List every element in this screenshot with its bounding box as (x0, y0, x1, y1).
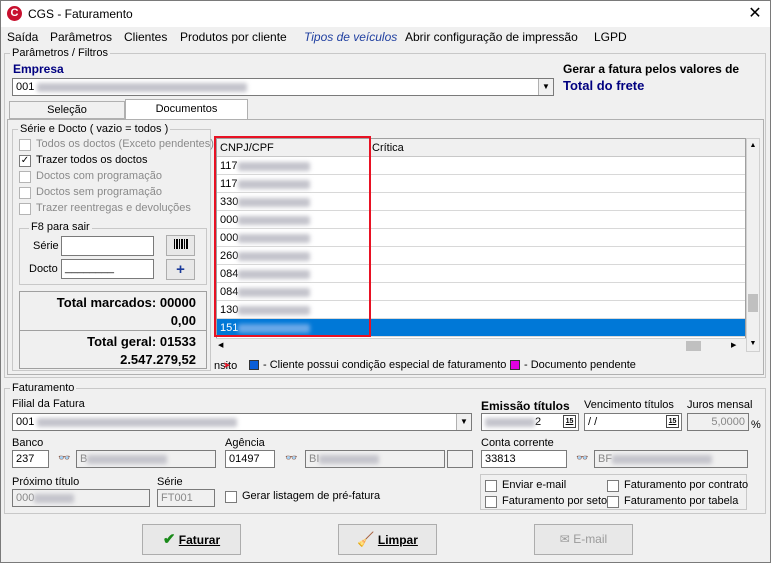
binoculars-icon[interactable]: 👓 (285, 453, 297, 464)
add-button[interactable]: + (166, 259, 195, 280)
legend-swatch-blue (249, 360, 259, 370)
title-bar: C CGS - Faturamento ✕ (1, 1, 770, 27)
app-logo-icon: C (7, 6, 22, 21)
legend-swatch-magenta (510, 360, 520, 370)
agencia-digit-field (447, 450, 473, 468)
checkbox-fat-tabela[interactable]: Faturamento por tabela (607, 495, 738, 509)
banco-code-input[interactable]: 237 (12, 450, 49, 468)
calendar-icon[interactable]: 15 (563, 415, 576, 428)
checkbox-com-programacao[interactable]: Doctos com programação (19, 170, 162, 184)
highlight-box (214, 136, 371, 337)
fat-serie-field: FT001 (157, 489, 215, 507)
vencimento-input[interactable]: / / 15 (584, 413, 682, 431)
emissao-input[interactable]: 2 15 (481, 413, 579, 431)
column-critica[interactable]: Crítica (372, 142, 404, 154)
chevron-up-icon[interactable]: ▲ (747, 139, 759, 152)
faturamento-title: Faturamento (10, 382, 77, 394)
menu-abrir-configuracao[interactable]: Abrir configuração de impressão (405, 30, 578, 44)
menu-saida[interactable]: Saída (7, 30, 38, 44)
envelope-icon: ✉ (559, 532, 570, 546)
scroll-thumb[interactable] (748, 294, 758, 312)
empresa-label: Empresa (13, 62, 64, 76)
chevron-right-icon[interactable]: ▶ (731, 339, 743, 352)
conta-label: Conta corrente (481, 437, 554, 449)
checkmark-icon: ✔ (162, 531, 176, 548)
chevron-down-icon[interactable]: ▼ (538, 79, 553, 95)
calendar-icon[interactable]: 15 (666, 415, 679, 428)
binoculars-icon[interactable]: 👓 (576, 453, 588, 464)
conta-name-field: BF (594, 450, 748, 468)
chevron-left-icon[interactable]: ◀ (218, 339, 230, 352)
chevron-down-icon[interactable]: ▼ (747, 337, 759, 350)
emissao-label: Emissão títulos (481, 399, 570, 413)
juros-label: Juros mensal (687, 399, 753, 411)
conta-input[interactable]: 33813 (481, 450, 567, 468)
tab-documentos[interactable]: Documentos (125, 99, 248, 120)
check-icon: ✓ (19, 155, 31, 167)
totals-geral: Total geral: 01533 2.547.279,52 (19, 330, 207, 369)
menu-parametros[interactable]: Parâmetros (50, 30, 112, 44)
juros-input[interactable]: 5,0000 (687, 413, 749, 431)
total-marcados-value: 0,00 (170, 313, 196, 328)
grid-horizontal-scrollbar[interactable]: ◀ ▶ (216, 338, 746, 352)
proximo-label: Próximo título (12, 476, 80, 488)
menu-tipos-veiculos[interactable]: Tipos de veículos (304, 30, 397, 44)
binoculars-icon[interactable]: 👓 (58, 453, 70, 464)
barcode-icon (173, 239, 188, 249)
banco-label: Banco (12, 437, 44, 449)
menu-bar: Saída Parâmetros Clientes Produtos por c… (1, 28, 770, 48)
checkbox-todos-doctos[interactable]: Todos os doctos (Exceto pendentes) (19, 138, 214, 152)
tab-selecao[interactable]: Seleção (9, 101, 125, 119)
limpar-button[interactable]: 🧹 Limpar (338, 524, 437, 555)
banco-name-field: B (76, 450, 216, 468)
menu-produtos[interactable]: Produtos por cliente (180, 30, 287, 44)
params-group-title: Parâmetros / Filtros (10, 47, 110, 59)
agencia-name-field: BI (305, 450, 445, 468)
juros-unit: % (751, 419, 761, 431)
chevron-down-icon[interactable]: ▼ (456, 414, 471, 430)
f8-title: F8 para sair (29, 221, 92, 233)
arrow-icon: ➤ (223, 360, 231, 370)
plus-icon: + (176, 261, 185, 278)
close-icon[interactable]: ✕ (743, 3, 767, 25)
checkbox-trazer-todos[interactable]: ✓ Trazer todos os doctos (19, 154, 147, 168)
window-title: CGS - Faturamento (28, 7, 133, 21)
agencia-label: Agência (225, 437, 265, 449)
hscroll-thumb[interactable] (686, 341, 701, 351)
gerar-fatura-value[interactable]: Total do frete (563, 78, 644, 93)
serie-input[interactable] (61, 236, 154, 256)
total-geral-value: 2.547.279,52 (120, 352, 196, 367)
menu-lgpd[interactable]: LGPD (594, 30, 627, 44)
checkbox-fat-setor[interactable]: Faturamento por setor (485, 495, 611, 509)
empresa-select[interactable]: 001 ▼ (12, 78, 554, 96)
legend-item-1: - Cliente possui condição especial de fa… (263, 359, 507, 371)
checkbox-reentregas[interactable]: Trazer reentregas e devoluções (19, 202, 191, 216)
menu-clientes[interactable]: Clientes (124, 30, 167, 44)
totals-marcados: Total marcados: 00000 0,00 (19, 291, 207, 331)
total-marcados-label: Total marcados: 00000 (56, 295, 196, 310)
checkbox-fat-contrato[interactable]: Faturamento por contrato (607, 479, 748, 493)
faturar-button[interactable]: ✔ Faturar (142, 524, 241, 555)
fat-serie-label: Série (157, 476, 183, 488)
email-button[interactable]: ✉ E-mail (534, 524, 633, 555)
serie-label: Série (33, 240, 59, 252)
checkbox-gerar-listagem[interactable]: Gerar listagem de pré-fatura (225, 490, 380, 504)
filial-select[interactable]: 001 ▼ (12, 413, 472, 431)
total-geral-label: Total geral: 01533 (87, 334, 196, 349)
grid-vertical-scrollbar[interactable]: ▲ ▼ (746, 138, 760, 352)
checkbox-enviar-email[interactable]: Enviar e-mail (485, 479, 566, 493)
checkbox-sem-programacao[interactable]: Doctos sem programação (19, 186, 162, 200)
legend-item-2: - Documento pendente (524, 359, 636, 371)
agencia-code-input[interactable]: 01497 (225, 450, 275, 468)
serie-docto-title: Série e Docto ( vazio = todos ) (18, 123, 171, 135)
filial-label: Filial da Fatura (12, 398, 85, 410)
broom-icon: 🧹 (357, 531, 375, 547)
barcode-button[interactable] (166, 235, 195, 256)
docto-label: Docto (29, 263, 58, 275)
main-window: C CGS - Faturamento ✕ Saída Parâmetros C… (0, 0, 771, 563)
vencimento-label: Vencimento títulos (584, 399, 674, 411)
proximo-field: 000 (12, 489, 150, 507)
docto-input[interactable]: ________ (61, 259, 154, 279)
gerar-fatura-label: Gerar a fatura pelos valores de (563, 62, 740, 76)
